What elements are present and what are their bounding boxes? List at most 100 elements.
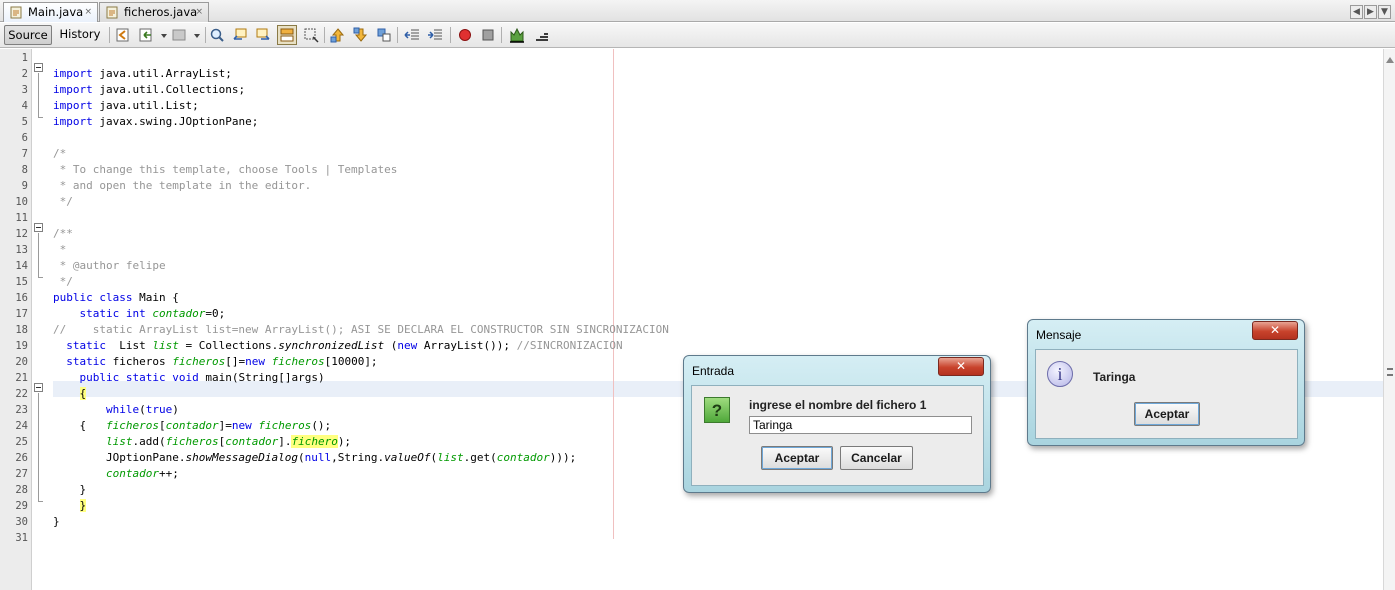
line-number: 19 bbox=[15, 340, 28, 352]
toolbar-separator bbox=[109, 27, 110, 43]
fold-toggle-icon[interactable] bbox=[34, 223, 43, 232]
comment-icon[interactable] bbox=[509, 27, 525, 43]
line-number: 25 bbox=[15, 436, 28, 448]
fold-end-marker bbox=[38, 277, 43, 278]
forward-dropdown-icon[interactable] bbox=[189, 27, 205, 43]
message-dialog-mensaje: Mensaje ✕ i Taringa Aceptar bbox=[1027, 319, 1305, 446]
tab-main-java[interactable]: Main.java × bbox=[3, 2, 98, 22]
filename-input[interactable]: Taringa bbox=[749, 416, 972, 434]
line-number: 27 bbox=[15, 468, 28, 480]
code-line[interactable]: { bbox=[53, 386, 669, 402]
code-line[interactable] bbox=[53, 130, 669, 146]
code-line[interactable]: import javax.swing.JOptionPane; bbox=[53, 114, 669, 130]
fold-guide bbox=[38, 233, 39, 277]
toggle-bookmark-icon[interactable] bbox=[376, 27, 392, 43]
code-line[interactable]: * @author felipe bbox=[53, 258, 669, 274]
code-line[interactable] bbox=[53, 210, 669, 226]
code-line[interactable]: static int contador=0; bbox=[53, 306, 669, 322]
vertical-scrollbar[interactable] bbox=[1383, 49, 1395, 590]
source-view-button[interactable]: Source bbox=[4, 25, 52, 45]
toggle-rect-select-icon[interactable] bbox=[303, 27, 319, 43]
toolbar-separator bbox=[450, 27, 451, 43]
code-line[interactable]: import java.util.ArrayList; bbox=[53, 66, 669, 82]
dialog-prompt: ingrese el nombre del fichero 1 bbox=[749, 398, 927, 412]
fold-toggle-icon[interactable] bbox=[34, 63, 43, 72]
code-line[interactable]: import java.util.Collections; bbox=[53, 82, 669, 98]
find-selection-icon[interactable] bbox=[209, 27, 225, 43]
code-line[interactable]: } bbox=[53, 498, 669, 514]
code-line[interactable]: static ficheros ficheros[]=new ficheros[… bbox=[53, 354, 669, 370]
fold-guide bbox=[38, 393, 39, 501]
line-number: 5 bbox=[21, 116, 28, 128]
code-line[interactable]: // static ArrayList list=new ArrayList()… bbox=[53, 322, 669, 338]
scroll-tabs-right-icon[interactable]: ▶ bbox=[1364, 5, 1377, 19]
previous-bookmark-icon[interactable] bbox=[330, 27, 346, 43]
back-icon[interactable] bbox=[138, 27, 154, 43]
uncomment-icon[interactable] bbox=[533, 27, 549, 43]
code-line[interactable]: /** bbox=[53, 226, 669, 242]
source-code[interactable]: import java.util.ArrayList; import java.u… bbox=[53, 50, 669, 546]
code-line[interactable]: while(true) bbox=[53, 402, 669, 418]
shift-right-icon[interactable] bbox=[427, 27, 443, 43]
line-number: 26 bbox=[15, 452, 28, 464]
fold-toggle-icon[interactable] bbox=[34, 383, 43, 392]
next-bookmark-icon[interactable] bbox=[353, 27, 369, 43]
tab-ficheros-java[interactable]: ficheros.java × bbox=[99, 2, 209, 22]
code-line[interactable]: static List list = Collections.synchroni… bbox=[53, 338, 669, 354]
editor-toolbar: Source History bbox=[0, 23, 1395, 48]
toolbar-separator bbox=[324, 27, 325, 43]
code-line[interactable]: * and open the template in the editor. bbox=[53, 178, 669, 194]
line-number: 28 bbox=[15, 484, 28, 496]
shift-left-icon[interactable] bbox=[404, 27, 420, 43]
code-line[interactable]: { ficheros[contador]=new ficheros(); bbox=[53, 418, 669, 434]
fold-end-marker bbox=[38, 117, 43, 118]
code-line[interactable] bbox=[53, 530, 669, 546]
forward-icon[interactable] bbox=[171, 27, 187, 43]
line-number: 23 bbox=[15, 404, 28, 416]
start-macro-icon[interactable] bbox=[457, 27, 473, 43]
code-line[interactable]: } bbox=[53, 514, 669, 530]
tab-list-dropdown-icon[interactable]: ▼ bbox=[1378, 5, 1391, 19]
accept-button[interactable]: Aceptar bbox=[761, 446, 833, 470]
code-line[interactable]: } bbox=[53, 482, 669, 498]
stop-macro-icon[interactable] bbox=[480, 27, 496, 43]
accept-button[interactable]: Aceptar bbox=[1134, 402, 1200, 426]
code-line[interactable]: * To change this template, choose Tools … bbox=[53, 162, 669, 178]
cancel-button[interactable]: Cancelar bbox=[840, 446, 913, 470]
toolbar-separator bbox=[501, 27, 502, 43]
scroll-tabs-left-icon[interactable]: ◀ bbox=[1350, 5, 1363, 19]
code-line[interactable]: contador++; bbox=[53, 466, 669, 482]
java-file-icon bbox=[106, 6, 118, 19]
dialog-title: Entrada bbox=[692, 364, 735, 378]
input-dialog-entrada: Entrada ✕ ? ingrese el nombre del ficher… bbox=[683, 355, 991, 493]
history-view-button[interactable]: History bbox=[56, 25, 104, 45]
tab-close-icon[interactable]: × bbox=[195, 3, 203, 22]
code-line[interactable] bbox=[53, 50, 669, 66]
code-line[interactable]: list.add(ficheros[contador].fichero); bbox=[53, 434, 669, 450]
editor-tab-bar: Main.java × ficheros.java × ◀ ▶ ▼ bbox=[0, 0, 1395, 22]
find-previous-icon[interactable] bbox=[232, 27, 248, 43]
line-number: 1 bbox=[21, 52, 28, 64]
code-line[interactable]: */ bbox=[53, 194, 669, 210]
scroll-up-icon[interactable] bbox=[1386, 57, 1394, 63]
code-line[interactable]: public static void main(String[]args) bbox=[53, 370, 669, 386]
back-dropdown-icon[interactable] bbox=[156, 27, 172, 43]
code-line[interactable]: JOptionPane.showMessageDialog(null,Strin… bbox=[53, 450, 669, 466]
tab-close-icon[interactable]: × bbox=[84, 3, 92, 22]
code-line[interactable]: public class Main { bbox=[53, 290, 669, 306]
toggle-highlight-icon[interactable] bbox=[277, 25, 297, 45]
code-line[interactable]: import java.util.List; bbox=[53, 98, 669, 114]
dialog-close-button[interactable]: ✕ bbox=[938, 357, 984, 376]
dialog-close-button[interactable]: ✕ bbox=[1252, 321, 1298, 340]
last-edit-icon[interactable] bbox=[115, 27, 131, 43]
code-line[interactable]: * bbox=[53, 242, 669, 258]
code-line[interactable]: */ bbox=[53, 274, 669, 290]
line-number: 6 bbox=[21, 132, 28, 144]
find-next-icon[interactable] bbox=[255, 27, 271, 43]
current-line-marker bbox=[1387, 368, 1393, 376]
line-number: 14 bbox=[15, 260, 28, 272]
line-number: 9 bbox=[21, 180, 28, 192]
line-number: 21 bbox=[15, 372, 28, 384]
code-line[interactable]: /* bbox=[53, 146, 669, 162]
line-number: 30 bbox=[15, 516, 28, 528]
